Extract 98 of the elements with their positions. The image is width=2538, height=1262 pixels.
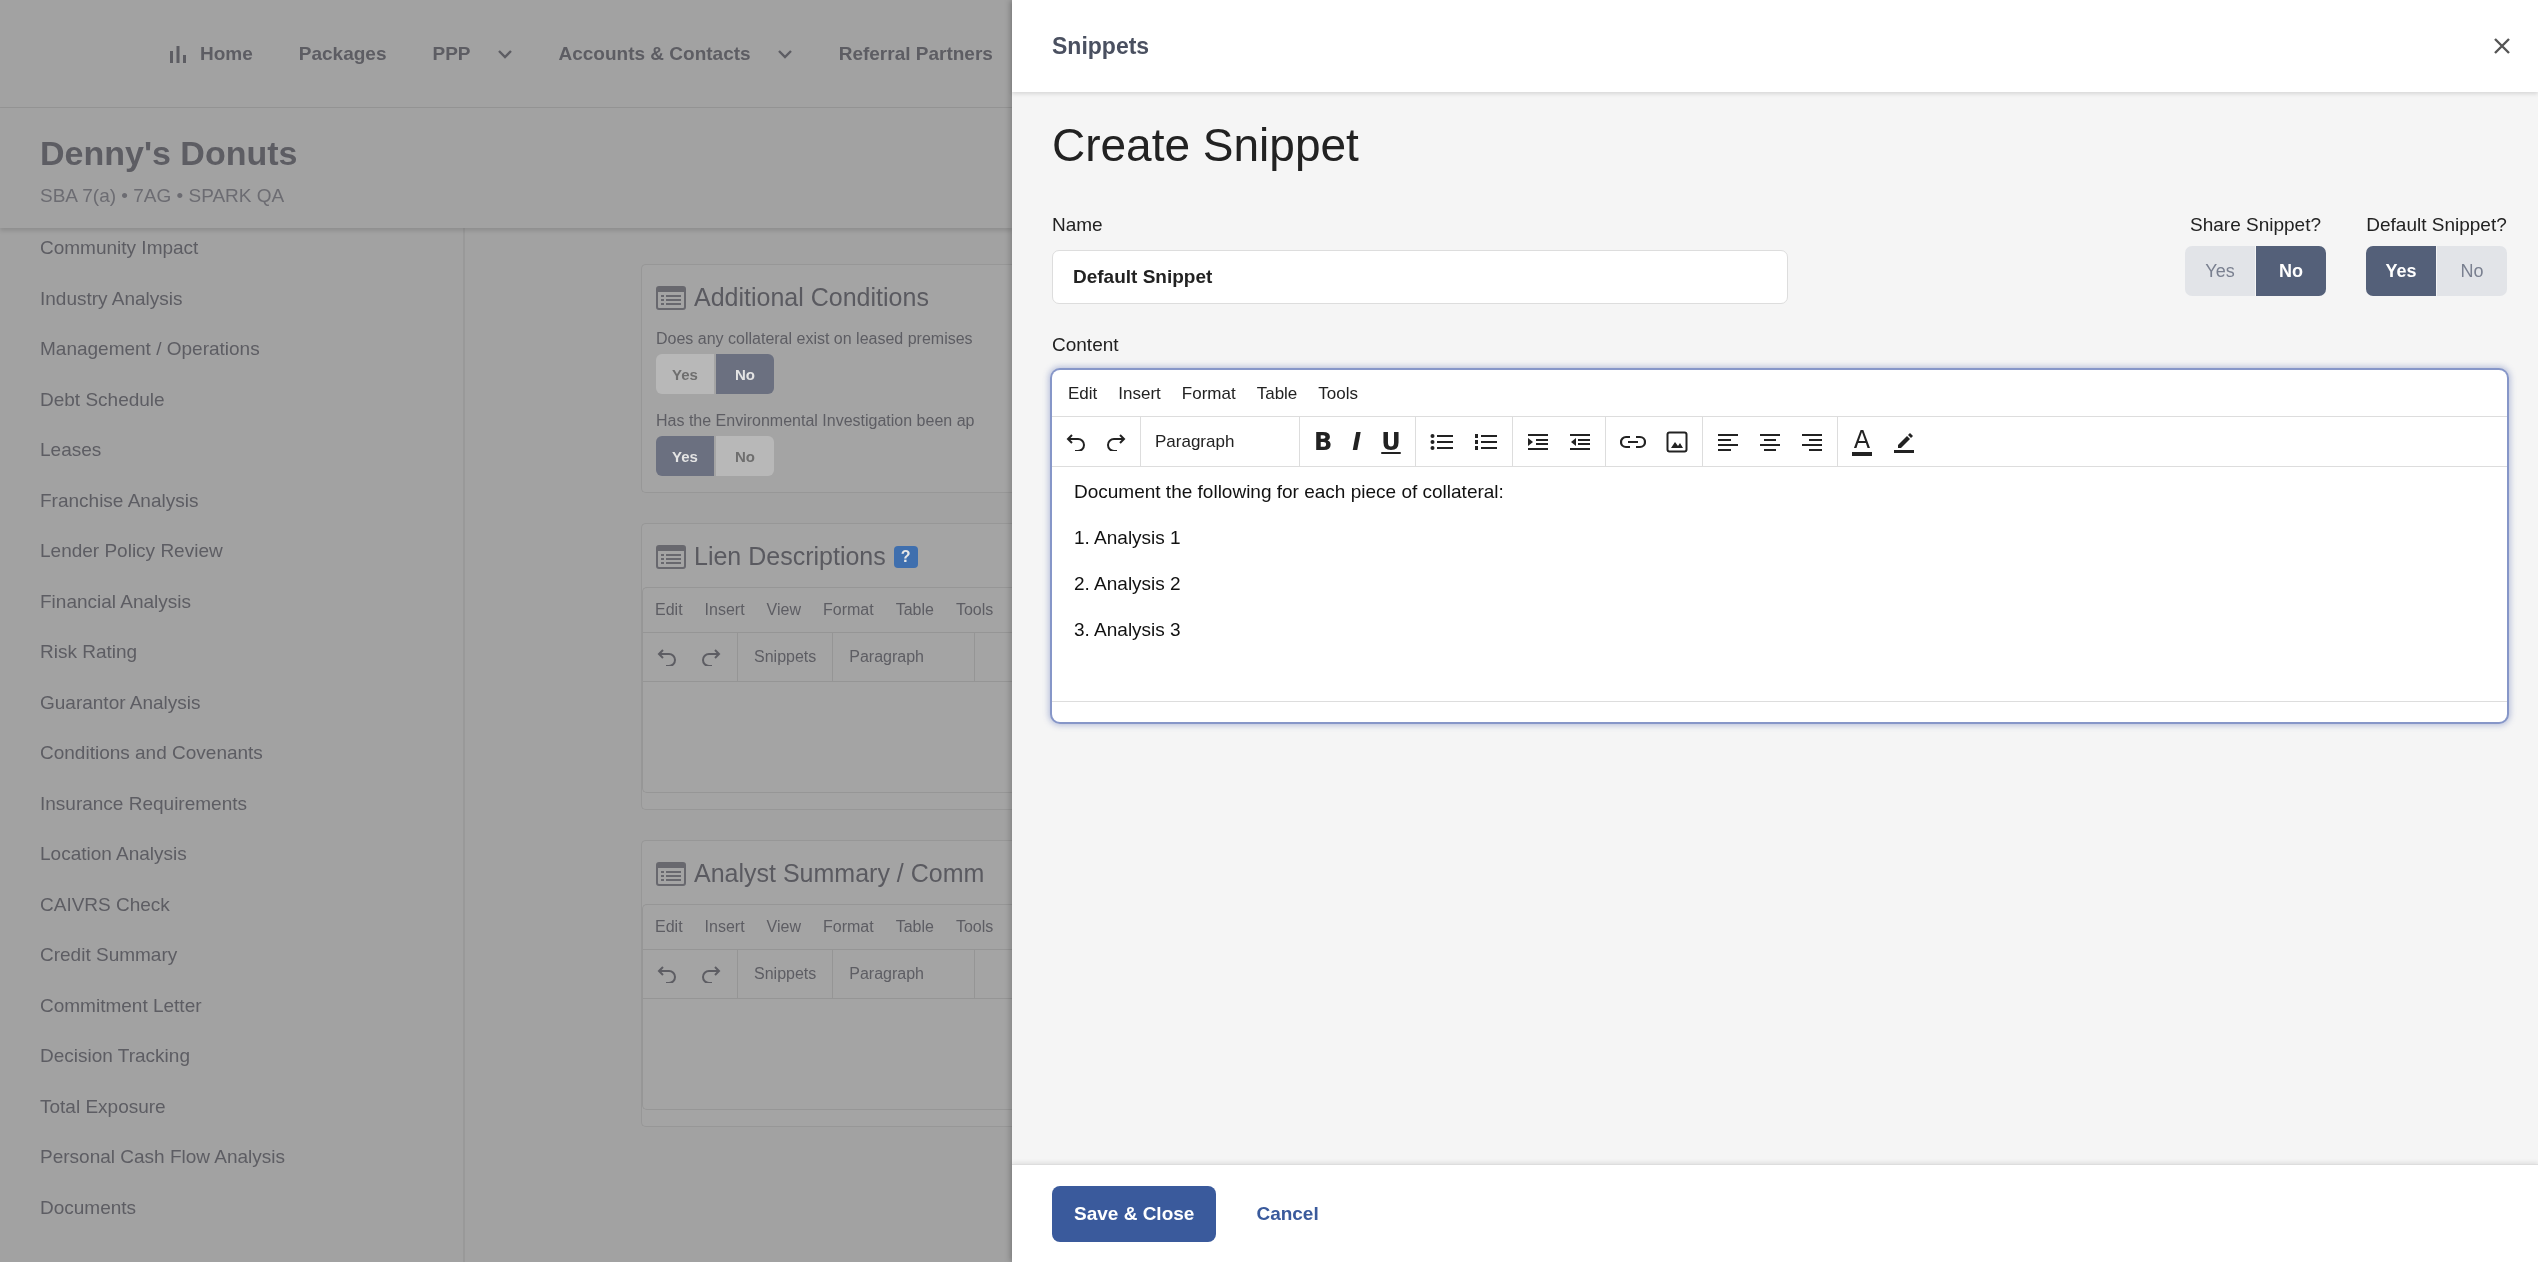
sidebar-item[interactable]: Franchise Analysis	[40, 486, 463, 537]
text-color-button[interactable]: A	[1851, 427, 1873, 456]
toolbar-button[interactable]: Snippets	[738, 950, 834, 998]
block-format-dropdown[interactable]: Paragraph	[1155, 431, 1235, 452]
toggle-option[interactable]: Yes	[656, 354, 714, 394]
link-icon[interactable]	[1619, 434, 1646, 449]
toolbar-button[interactable]: Paragraph	[833, 633, 975, 681]
cancel-link[interactable]: Cancel	[1256, 1202, 1319, 1225]
toolbar-button[interactable]: Snippets	[738, 633, 834, 681]
align-center-icon[interactable]	[1758, 432, 1781, 451]
save-close-button[interactable]: Save & Close	[1052, 1185, 1217, 1242]
format-button[interactable]: U	[1381, 429, 1401, 454]
sidebar-item[interactable]: Decision Tracking	[40, 1042, 463, 1093]
indent-icon[interactable]	[1526, 432, 1549, 451]
menu-item[interactable]: Format	[823, 601, 874, 619]
nav-link[interactable]: Packages	[298, 42, 387, 65]
toggle-option[interactable]: No	[2437, 246, 2507, 296]
toggle-option[interactable]: Yes	[2185, 246, 2255, 296]
sidebar-item[interactable]: Conditions and Covenants	[40, 739, 463, 790]
nav-link[interactable]: Accounts & Contacts	[558, 42, 793, 65]
toggle-option[interactable]: No	[716, 436, 774, 476]
paragraph-text: 3. Analysis 3	[1074, 619, 1182, 641]
sidebar-item[interactable]: Financial Analysis	[40, 587, 463, 638]
field-label: Name	[1052, 214, 1104, 236]
align-right-icon[interactable]	[1800, 432, 1823, 451]
sidebar-item[interactable]: Industry Analysis	[40, 284, 463, 335]
chevron-down-icon	[496, 48, 513, 59]
question-text: Does any collateral exist on leased premises	[656, 330, 974, 348]
list-icon	[656, 544, 686, 569]
panel-title: Snippets	[1052, 32, 1150, 60]
sidebar-item[interactable]: Community Impact	[40, 234, 463, 285]
numbered-list-icon[interactable]	[1473, 432, 1498, 451]
menu-item[interactable]: Format	[823, 918, 874, 936]
sidebar-item[interactable]: Risk Rating	[40, 638, 463, 689]
list-icon	[656, 285, 686, 310]
paragraph-text: 1. Analysis 1	[1074, 527, 1182, 549]
sidebar-item[interactable]: Lender Policy Review	[40, 537, 463, 588]
form-heading: Create Snippet	[1052, 118, 1360, 172]
paragraph-text: 2. Analysis 2	[1074, 573, 1182, 595]
toggle-option[interactable]: No	[716, 354, 774, 394]
format-button[interactable]: I	[1352, 429, 1362, 454]
toggle-label: Share Snippet?	[2190, 214, 2321, 236]
menu-item[interactable]: Insert	[704, 918, 745, 936]
sidebar-item[interactable]: Total Exposure	[40, 1092, 463, 1143]
menu-item[interactable]: Insert	[704, 601, 745, 619]
nav-link[interactable]: Referral Partners	[838, 42, 993, 65]
menu-item[interactable]: Tools	[1318, 384, 1358, 404]
menu-item[interactable]: Insert	[1118, 384, 1161, 404]
sidebar-item[interactable]: Management / Operations	[40, 335, 463, 386]
toggle-option[interactable]: Yes	[656, 436, 714, 476]
bar-chart-icon	[168, 43, 188, 64]
section-title: Additional Conditions	[694, 283, 929, 312]
field-label: Content	[1052, 334, 1120, 356]
redo-icon[interactable]	[1106, 432, 1126, 451]
sidebar-item[interactable]: Leases	[40, 436, 463, 487]
undo-icon[interactable]	[1066, 432, 1086, 451]
toolbar-button[interactable]: Paragraph	[833, 950, 975, 998]
section-title: Lien Descriptions	[694, 542, 886, 571]
sidebar-item[interactable]: Documents	[40, 1193, 463, 1244]
menu-item[interactable]: Edit	[655, 918, 683, 936]
format-button[interactable]: B	[1314, 429, 1333, 454]
paragraph-text: Document the following for each piece of collateral:	[1074, 481, 1505, 503]
menu-item[interactable]: Tools	[955, 601, 994, 619]
page-title: Denny's Donuts	[40, 134, 299, 173]
help-badge[interactable]: ?	[893, 545, 918, 568]
align-left-icon[interactable]	[1716, 432, 1739, 451]
menu-item[interactable]: Table	[895, 601, 934, 619]
image-icon[interactable]	[1665, 430, 1688, 453]
name-input[interactable]: Default Snippet	[1052, 250, 1788, 304]
sidebar-item[interactable]: Guarantor Analysis	[40, 688, 463, 739]
sidebar-item[interactable]: Insurance Requirements	[40, 789, 463, 840]
toggle-option[interactable]: Yes	[2366, 246, 2436, 296]
menu-item[interactable]: Tools	[955, 918, 994, 936]
sidebar-item[interactable]: Commitment Letter	[40, 991, 463, 1042]
section-title: Analyst Summary / Comm	[694, 859, 985, 888]
sidebar-item[interactable]: Personal Cash Flow Analysis	[40, 1143, 463, 1194]
menu-item[interactable]: Table	[895, 918, 934, 936]
list-icon	[656, 861, 686, 886]
menu-item[interactable]: Edit	[655, 601, 683, 619]
toggle-option[interactable]: No	[2256, 246, 2326, 296]
nav-link[interactable]: Home	[168, 42, 253, 65]
sidebar-item[interactable]: Credit Summary	[40, 941, 463, 992]
outdent-icon[interactable]	[1568, 432, 1591, 451]
menu-item[interactable]: Format	[1181, 384, 1236, 404]
menu-item[interactable]: View	[766, 918, 801, 936]
sidebar-item[interactable]: Debt Schedule	[40, 385, 463, 436]
menu-item[interactable]: View	[766, 601, 801, 619]
nav-link[interactable]: PPP	[432, 42, 513, 65]
toggle-label: Default Snippet?	[2366, 214, 2507, 236]
menu-item[interactable]: Edit	[1068, 384, 1098, 404]
bullet-list-icon[interactable]	[1429, 432, 1454, 451]
sidebar-item[interactable]: Location Analysis	[40, 840, 463, 891]
menu-item[interactable]: Table	[1256, 384, 1298, 404]
close-icon[interactable]	[2492, 36, 2512, 56]
editor-content[interactable]: Document the following for each piece of collateral: 1. Analysis 1 2. Analysis 2 3. Analysis 3	[1052, 467, 2507, 701]
question-text: Has the Environmental Investigation been ap	[656, 412, 976, 430]
sidebar-item[interactable]: CAIVRS Check	[40, 890, 463, 941]
chevron-down-icon	[776, 48, 793, 59]
